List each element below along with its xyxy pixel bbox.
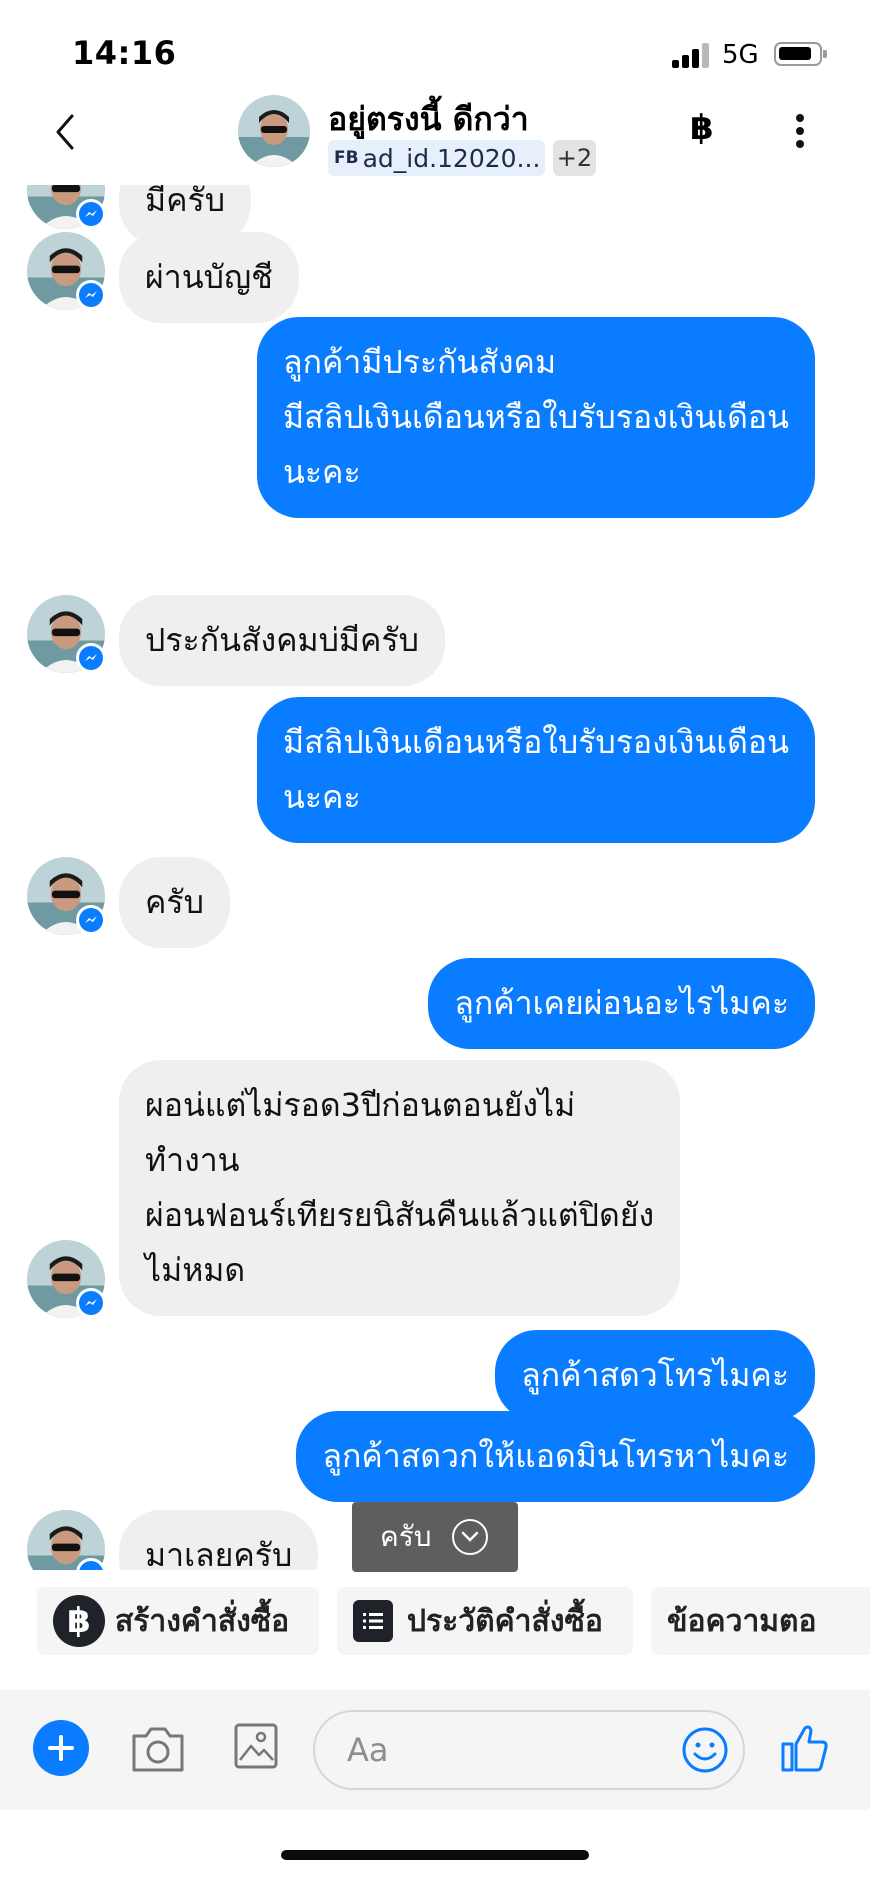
emoji-icon bbox=[682, 1727, 728, 1773]
add-attachment-button[interactable] bbox=[33, 1720, 89, 1776]
saved-replies-label: ข้อความตอ bbox=[667, 1603, 817, 1639]
chevron-down-icon bbox=[452, 1519, 488, 1555]
messenger-badge-icon bbox=[76, 280, 106, 310]
message-bubble[interactable]: ลูกค้าเคยผ่อนอะไรไมคะ bbox=[428, 958, 815, 1049]
thumbs-up-icon bbox=[781, 1725, 828, 1772]
message-composer bbox=[0, 1690, 870, 1810]
message-bubble[interactable]: ลูกค้ามีประกันสังคมมีสลิปเงินเดือนหรือใบ… bbox=[256, 317, 815, 518]
camera-icon bbox=[132, 1727, 184, 1772]
signal-icon bbox=[672, 42, 710, 68]
messenger-badge-icon bbox=[76, 905, 106, 935]
message-input-field[interactable] bbox=[313, 1710, 745, 1790]
message-text: ทำงาน bbox=[145, 1141, 240, 1179]
saved-replies-button[interactable]: ข้อความตอ bbox=[651, 1587, 870, 1655]
message-bubble[interactable]: ประกันสังคมบ่มีครับ bbox=[119, 595, 445, 686]
quick-actions-bar: ฿ สร้างคำสั่งซื้อ ประวัติคำสั่งซื้อ ข้อค… bbox=[0, 1587, 870, 1657]
message-text: มีสลิปเงินเดือนหรือใบรับรองเงินเดือน bbox=[282, 723, 789, 761]
message-bubble[interactable]: ครับ bbox=[119, 857, 230, 948]
message-text: ลูกค้าสดวกให้แอดมินโทรหาไมคะ bbox=[322, 1437, 789, 1475]
message-text: มีสลิปเงินเดือนหรือใบรับรองเงินเดือน bbox=[282, 398, 789, 436]
chat-header: อยู่ตรงนี้ ดีกว่า FB ad_id.12020... +2 ฿ bbox=[0, 90, 870, 185]
contact-name[interactable]: อยู่ตรงนี้ ดีกว่า bbox=[328, 94, 529, 145]
message-input[interactable] bbox=[347, 1730, 677, 1770]
gallery-button[interactable] bbox=[233, 1722, 279, 1770]
back-icon bbox=[56, 114, 74, 150]
messenger-badge-icon bbox=[76, 199, 106, 229]
message-text: ลูกค้าเคยผ่อนอะไรไมคะ bbox=[454, 984, 789, 1022]
message-bubble[interactable]: มาเลยครับ bbox=[119, 1510, 319, 1570]
more-icon[interactable] bbox=[796, 114, 806, 150]
order-history-icon bbox=[353, 1600, 393, 1642]
order-history-button[interactable]: ประวัติคำสั่งซื้อ bbox=[337, 1587, 633, 1655]
back-button[interactable] bbox=[48, 112, 84, 152]
message-bubble[interactable]: มีสลิปเงินเดือนหรือใบรับรองเงินเดือนนะคะ bbox=[256, 697, 815, 843]
message-text: นะคะ bbox=[282, 453, 361, 491]
ad-tag[interactable]: FB ad_id.12020... bbox=[328, 140, 545, 176]
network-label: 5G bbox=[722, 40, 759, 70]
ad-tag-label: ad_id.12020... bbox=[362, 143, 541, 173]
message-list[interactable]: มีครับผ่านบัญชีลูกค้ามีประกันสังคมมีสลิป… bbox=[0, 185, 870, 1570]
message-text: ผ่านบัญชี bbox=[145, 258, 273, 296]
message-text: ผอน่แต่ไม่รอด3ปีก่อนตอนยังไม่ bbox=[145, 1086, 576, 1124]
message-bubble[interactable]: ลูกค้าสดวกให้แอดมินโทรหาไมคะ bbox=[296, 1411, 815, 1502]
message-text: มาเลยครับ bbox=[145, 1536, 293, 1570]
emoji-button[interactable] bbox=[681, 1726, 729, 1774]
reply-chip-label: ครับ bbox=[380, 1520, 432, 1553]
gallery-icon bbox=[234, 1723, 278, 1769]
plus-icon bbox=[48, 1735, 74, 1761]
message-text: มีครับ bbox=[145, 185, 225, 219]
create-order-label: สร้างคำสั่งซื้อ bbox=[115, 1603, 290, 1639]
order-history-label: ประวัติคำสั่งซื้อ bbox=[407, 1603, 603, 1639]
message-text: นะคะ bbox=[282, 778, 361, 816]
baht-icon[interactable]: ฿ bbox=[690, 108, 714, 148]
message-text: ไม่หมด bbox=[145, 1251, 246, 1289]
messenger-badge-icon bbox=[76, 643, 106, 673]
message-text: ผ่อนฟอนร์เทียรยนิสันคืนแล้วแต่ปิดยัง bbox=[145, 1196, 655, 1234]
baht-icon: ฿ bbox=[53, 1595, 105, 1647]
status-time: 14:16 bbox=[72, 34, 177, 72]
messenger-badge-icon bbox=[76, 1288, 106, 1318]
message-text: ครับ bbox=[145, 883, 204, 921]
ad-tag-prefix: FB bbox=[334, 148, 359, 168]
status-bar: 14:16 5G bbox=[0, 0, 870, 100]
contact-avatar[interactable] bbox=[238, 95, 310, 167]
battery-icon bbox=[774, 42, 827, 66]
message-text: ลูกค้าสดวโทรไมคะ bbox=[521, 1356, 789, 1394]
message-text: ประกันสังคมบ่มีครับ bbox=[145, 621, 419, 659]
more-tags-badge[interactable]: +2 bbox=[553, 140, 596, 176]
message-text: ลูกค้ามีประกันสังคม bbox=[282, 343, 557, 381]
message-bubble[interactable]: ผ่านบัญชี bbox=[119, 232, 299, 323]
scroll-to-latest-chip[interactable]: ครับ bbox=[352, 1502, 518, 1572]
message-bubble[interactable]: ลูกค้าสดวโทรไมคะ bbox=[495, 1330, 815, 1421]
camera-button[interactable] bbox=[130, 1724, 186, 1774]
message-bubble[interactable]: ผอน่แต่ไม่รอด3ปีก่อนตอนยังไม่ทำงานผ่อนฟอ… bbox=[119, 1060, 681, 1316]
home-indicator bbox=[281, 1850, 589, 1860]
create-order-button[interactable]: ฿ สร้างคำสั่งซื้อ bbox=[37, 1587, 319, 1655]
like-button[interactable] bbox=[780, 1722, 830, 1774]
